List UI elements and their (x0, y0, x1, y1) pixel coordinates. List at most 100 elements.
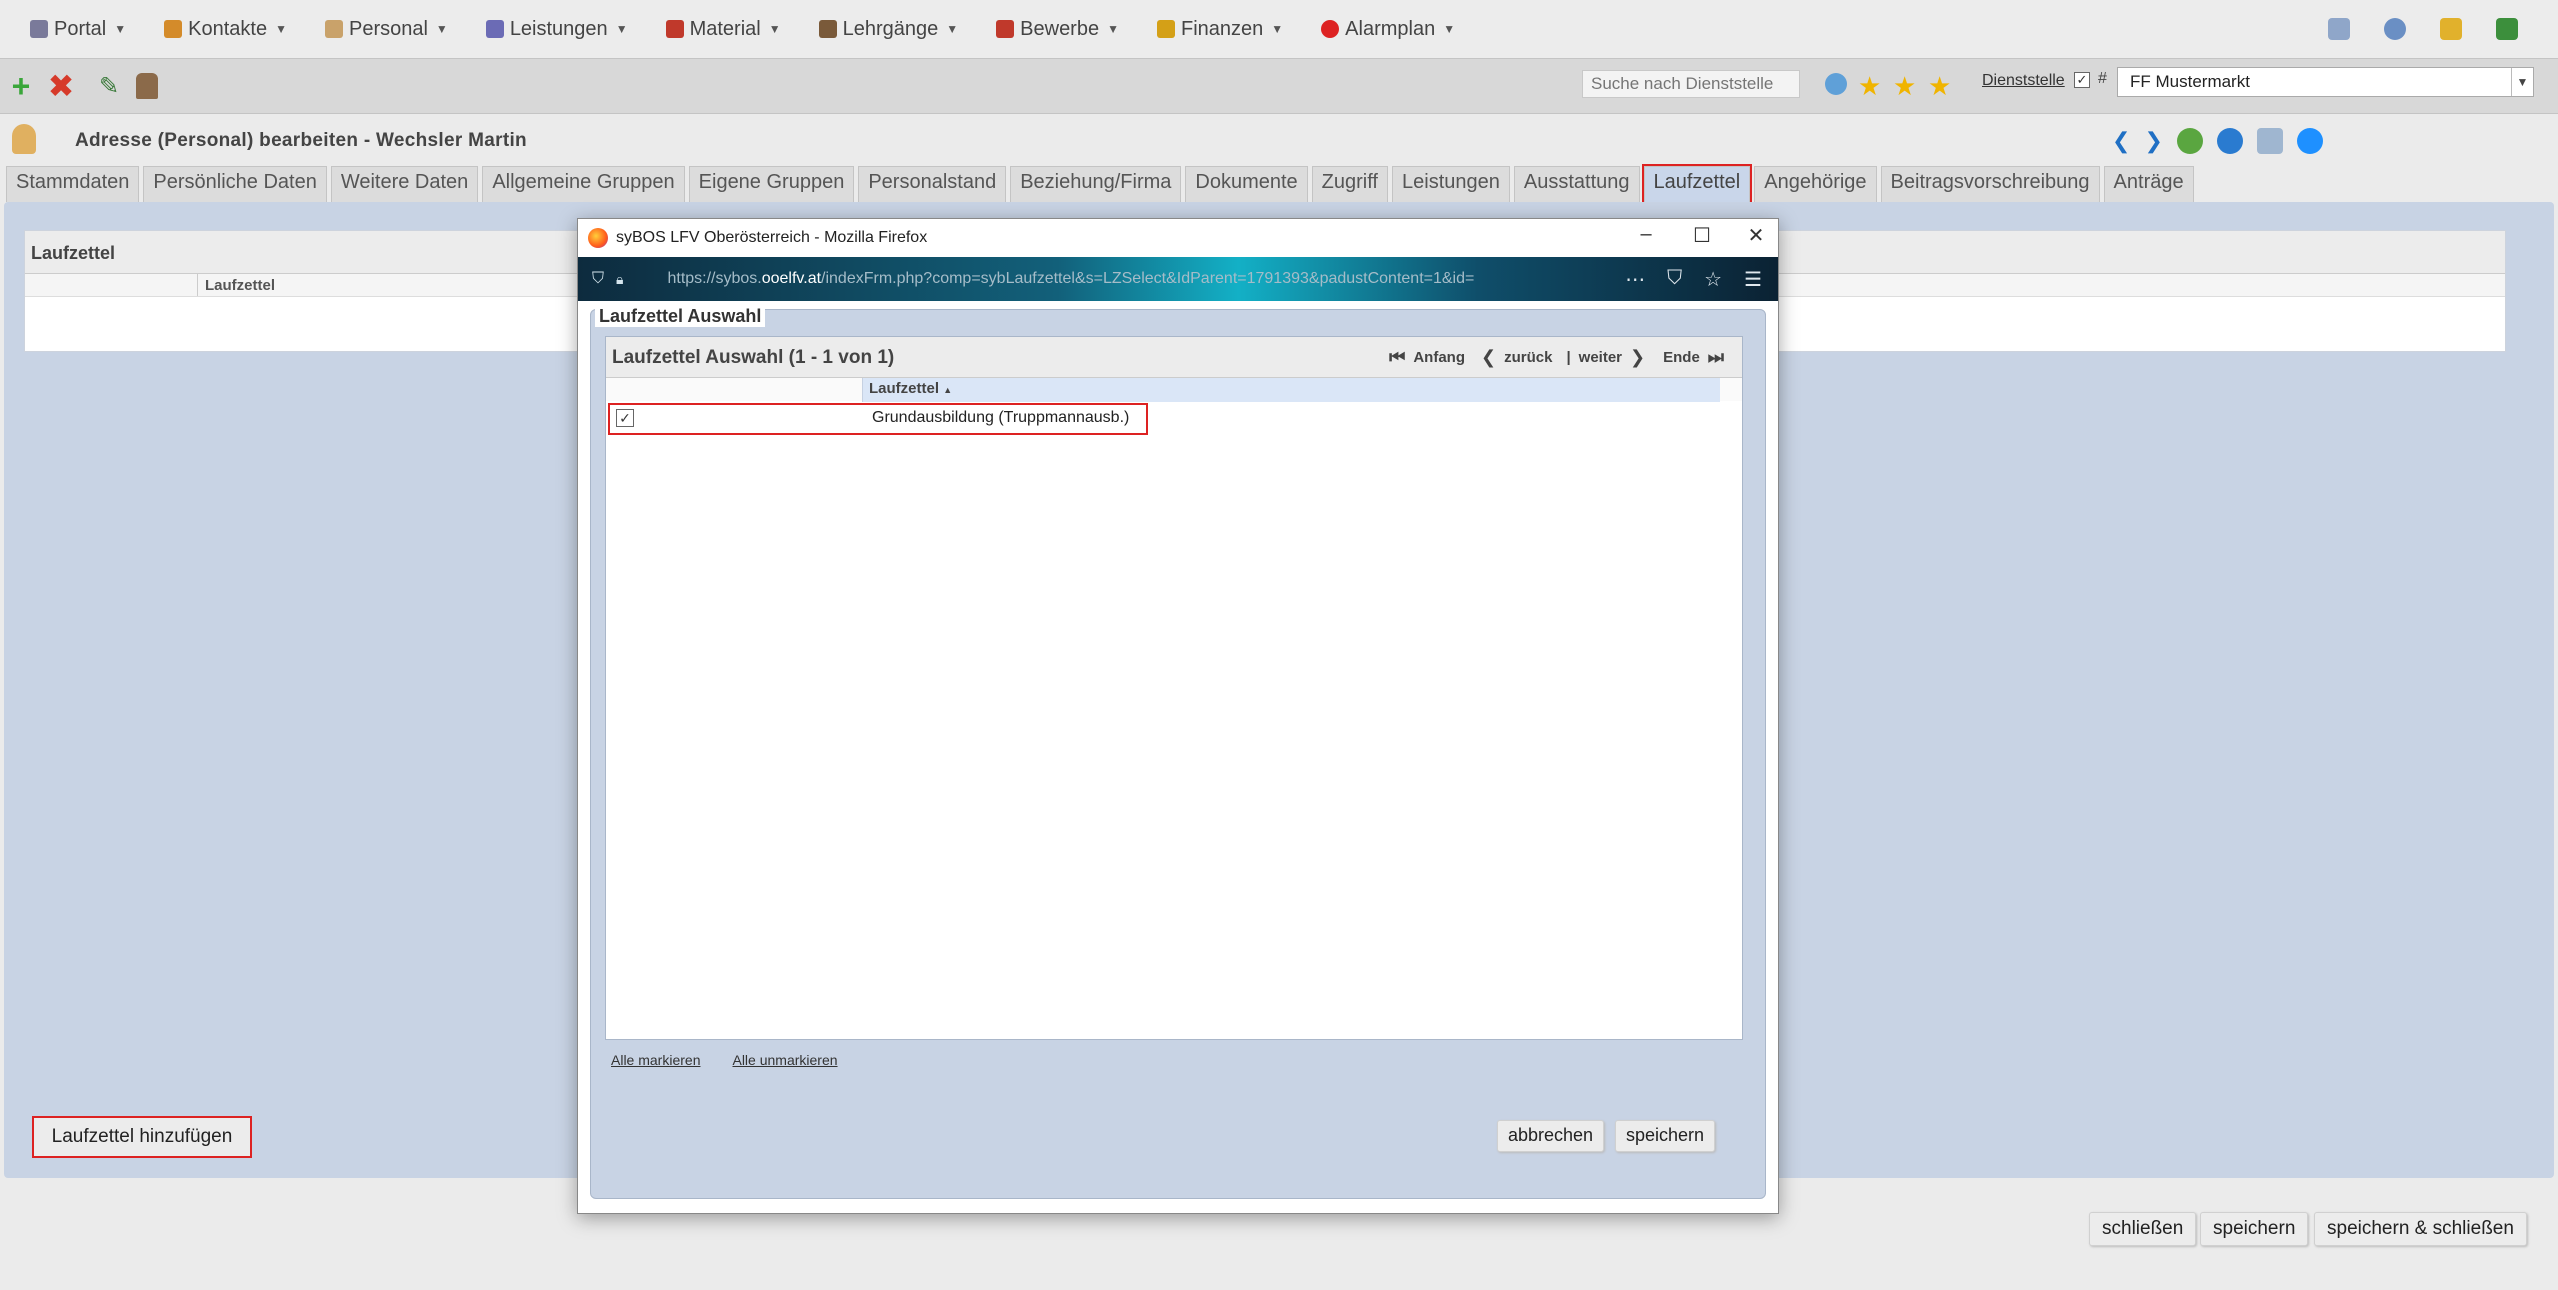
grid-title: Laufzettel Auswahl (1 - 1 von 1) (612, 347, 895, 368)
tab-eigene-gruppen[interactable]: Eigene Gruppen (688, 166, 855, 202)
close-button[interactable]: schließen (2089, 1212, 2197, 1246)
switch-user-icon[interactable] (2328, 18, 2350, 40)
menu-lehrgaenge[interactable]: Lehrgänge ▼ (818, 17, 958, 41)
star-icon[interactable]: ★ (1893, 71, 1916, 102)
pager-separator: | (1566, 349, 1571, 366)
tab-beziehung-firma[interactable]: Beziehung/Firma (1010, 166, 1182, 202)
toolbar: + ✖ ✎ ★ ★ ★ Dienststelle ✓ # FF Musterma… (0, 58, 2558, 114)
laufzettel-auswahl-panel: Laufzettel Auswahl Laufzettel Auswahl (1… (590, 306, 1766, 1199)
tab-ausstattung[interactable]: Ausstattung (1513, 166, 1640, 202)
dienststelle-select[interactable]: FF Mustermarkt ▼ (2117, 67, 2534, 97)
tab-persoenliche-daten[interactable]: Persönliche Daten (143, 166, 327, 202)
tab-dokumente[interactable]: Dokumente (1185, 166, 1308, 202)
delete-icon[interactable]: ✖ (46, 68, 76, 104)
tab-stammdaten[interactable]: Stammdaten (6, 166, 140, 202)
course-icon (818, 20, 837, 38)
page-title: Adresse (Personal) bearbeiten - Wechsler… (75, 130, 527, 151)
more-icon[interactable]: ⋯ (1625, 267, 1645, 292)
info-icon[interactable] (2384, 18, 2406, 40)
popup-body: Laufzettel Auswahl Laufzettel Auswahl (1… (578, 301, 1778, 1213)
save-button[interactable]: speichern (2200, 1212, 2309, 1246)
previous-page-icon[interactable]: ❮ (1481, 347, 1496, 368)
close-window-icon[interactable]: ✕ (1736, 223, 1776, 248)
star-icon[interactable]: ★ (1928, 71, 1951, 102)
home-icon[interactable] (1825, 73, 1847, 95)
phone-icon[interactable] (2176, 128, 2203, 154)
menu-leistungen[interactable]: Leistungen ▼ (485, 18, 628, 41)
person-edit-icon (12, 124, 38, 158)
edit-icon[interactable]: ✎ (94, 71, 124, 101)
pager: ⏮ Anfang ❮ zurück | weiter ❯ Ende ⏭ (1389, 347, 1724, 368)
url-text[interactable]: https://sybos.ooelfv.at/indexFrm.php?com… (667, 270, 1567, 288)
pager-next[interactable]: weiter (1579, 349, 1622, 366)
previous-record-icon[interactable]: ❮ (2112, 128, 2130, 154)
pager-prev[interactable]: zurück (1504, 349, 1552, 366)
cancel-button[interactable]: abbrechen (1497, 1120, 1605, 1152)
minimize-icon[interactable]: – (1626, 223, 1666, 246)
menu-kontakte[interactable]: Kontakte ▼ (164, 18, 287, 41)
firefox-popup-window: syBOS LFV Oberösterreich - Mozilla Firef… (577, 218, 1779, 1214)
menu-label: Material (689, 17, 761, 40)
logout-icon[interactable] (2496, 18, 2518, 40)
tab-beitragsvorschreibung[interactable]: Beitragsvorschreibung (1880, 166, 2100, 202)
menu-label: Kontakte (188, 17, 268, 40)
menu-alarmplan[interactable]: Alarmplan ▼ (1321, 18, 1455, 41)
caret-down-icon: ▼ (768, 22, 781, 36)
dienststelle-checkbox[interactable]: ✓ (2074, 72, 2090, 88)
menu-material[interactable]: Material ▼ (665, 17, 781, 41)
menu-portal[interactable]: Portal ▼ (30, 18, 126, 41)
pager-last[interactable]: Ende (1663, 349, 1700, 366)
star-bookmark-icon[interactable]: ☆ (1704, 267, 1722, 292)
last-page-icon[interactable]: ⏭ (1708, 347, 1724, 368)
hamburger-menu-icon[interactable]: ☰ (1744, 267, 1762, 292)
menu-personal[interactable]: Personal ▼ (324, 18, 448, 41)
tab-laufzettel[interactable]: Laufzettel (1641, 164, 1753, 204)
add-icon[interactable]: + (6, 68, 36, 104)
mark-links: Alle markieren Alle unmarkieren (611, 1052, 838, 1068)
sms-icon[interactable] (2256, 128, 2283, 154)
tab-bar: Stammdaten Persönliche Daten Weitere Dat… (6, 164, 2194, 204)
star-icon[interactable]: ★ (1858, 71, 1881, 102)
unmark-all-link[interactable]: Alle unmarkieren (732, 1052, 837, 1068)
maximize-icon[interactable]: ☐ (1682, 223, 1722, 248)
money-icon (1156, 20, 1175, 38)
next-page-icon[interactable]: ❯ (1630, 347, 1645, 368)
grid-column-header-row: Laufzettel ▲ (606, 377, 1742, 402)
tab-personalstand[interactable]: Personalstand (858, 166, 1007, 202)
pager-first[interactable]: Anfang (1413, 349, 1465, 366)
menu-label: Lehrgänge (842, 17, 939, 40)
menu-finanzen[interactable]: Finanzen ▼ (1156, 18, 1283, 41)
caret-down-icon: ▼ (615, 22, 628, 36)
tab-weitere-daten[interactable]: Weitere Daten (330, 166, 479, 202)
caret-down-icon: ▼ (275, 22, 287, 36)
popup-save-button[interactable]: speichern (1615, 1120, 1716, 1152)
top-right-icons (2328, 18, 2518, 40)
next-record-icon[interactable]: ❯ (2144, 128, 2162, 154)
dienststelle-label[interactable]: Dienststelle (1982, 72, 2065, 90)
tab-allgemeine-gruppen[interactable]: Allgemeine Gruppen (482, 166, 685, 202)
menu-label: Alarmplan (1345, 17, 1436, 40)
tab-angehoerige[interactable]: Angehörige (1754, 166, 1877, 202)
tab-zugriff[interactable]: Zugriff (1311, 166, 1388, 202)
url-bar[interactable]: ⛉ 🔒︎ https://sybos.ooelfv.at/indexFrm.ph… (578, 257, 1778, 301)
window-titlebar: syBOS LFV Oberösterreich - Mozilla Firef… (578, 219, 1778, 257)
mark-all-link[interactable]: Alle markieren (611, 1052, 700, 1068)
tab-leistungen[interactable]: Leistungen (1392, 166, 1510, 202)
dienststelle-search-input[interactable] (1582, 70, 1800, 98)
save-close-button[interactable]: speichern & schließen (2314, 1212, 2527, 1246)
column-header-laufzettel[interactable]: Laufzettel ▲ (862, 378, 1720, 402)
add-laufzettel-button[interactable]: Laufzettel hinzufügen (32, 1116, 252, 1158)
menu-bewerbe[interactable]: Bewerbe ▼ (996, 18, 1119, 41)
notes-icon[interactable] (2440, 18, 2462, 40)
title-row: Adresse (Personal) bearbeiten - Wechsler… (0, 114, 2558, 168)
email-icon[interactable] (2216, 128, 2243, 154)
table-row[interactable]: ✓ Grundausbildung (Truppmannausb.) (608, 403, 1148, 435)
person-icon[interactable] (132, 71, 162, 101)
first-page-icon[interactable]: ⏮ (1389, 347, 1405, 368)
caret-down-icon: ▼ (1107, 22, 1119, 36)
pocket-icon[interactable]: ⛉ (1667, 267, 1682, 292)
row-checkbox[interactable]: ✓ (616, 409, 634, 427)
print-icon[interactable] (2296, 128, 2323, 154)
tab-antraege[interactable]: Anträge (2103, 166, 2194, 202)
shield-icon[interactable]: ⛉ (592, 270, 604, 288)
